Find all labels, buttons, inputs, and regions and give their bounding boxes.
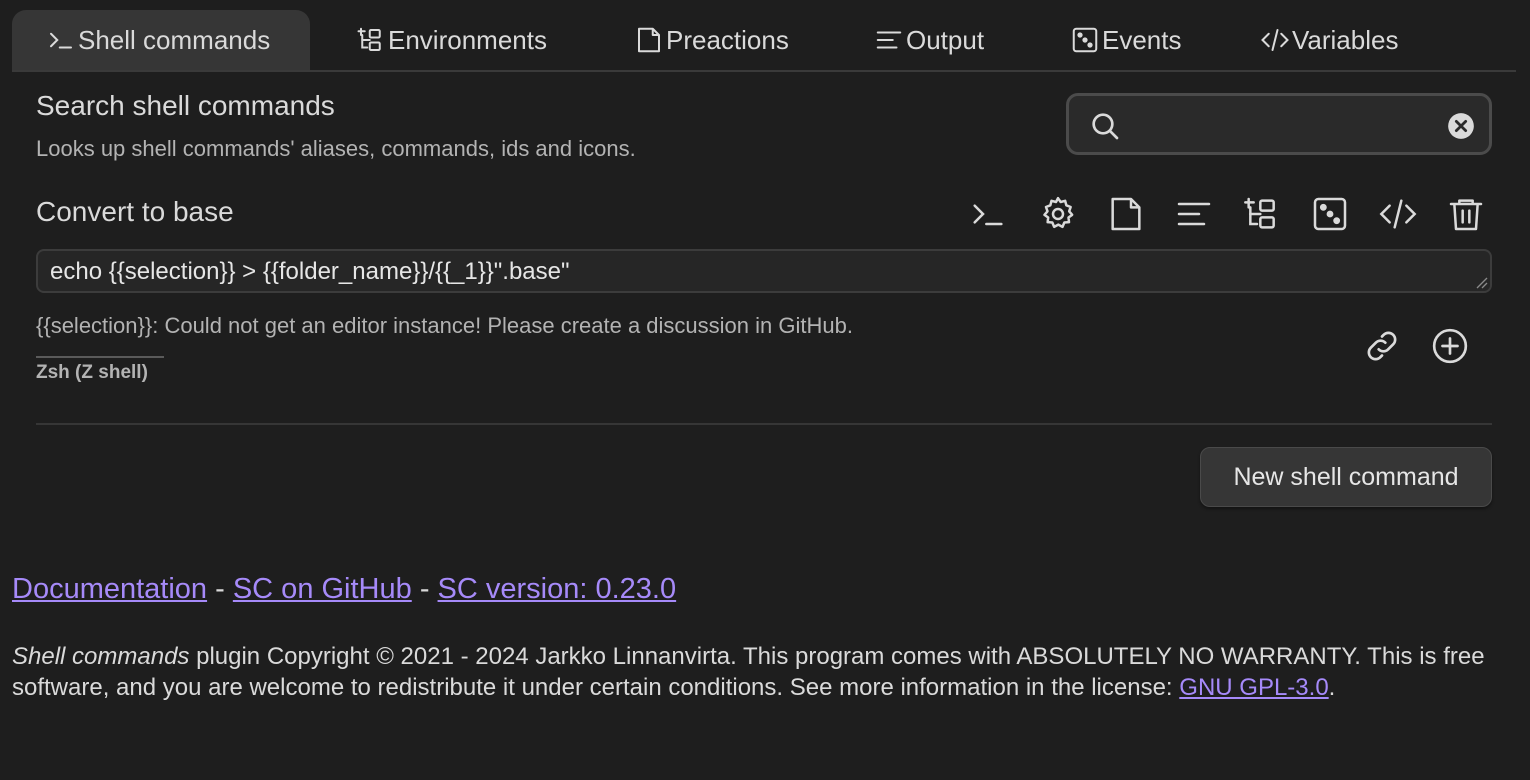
tab-bar: Shell commands Environments Preactions O… (12, 10, 1516, 72)
search-input[interactable] (1131, 106, 1445, 146)
command-error-message: {{selection}}: Could not get an editor i… (36, 313, 853, 338)
file-icon[interactable] (1106, 194, 1146, 234)
environments-icon[interactable] (1242, 194, 1282, 234)
trash-icon[interactable] (1446, 194, 1486, 234)
license-text: Shell commands plugin Copyright © 2021 -… (12, 641, 1518, 703)
search-title: Search shell commands (36, 90, 335, 121)
separator: - (411, 573, 438, 605)
file-icon (634, 25, 664, 55)
gear-icon[interactable] (1038, 194, 1078, 234)
link-icon[interactable] (1362, 326, 1402, 366)
command-textarea[interactable]: echo {{selection}} > {{folder_name}}/{{_… (36, 249, 1492, 293)
new-shell-command-button[interactable]: New shell command (1200, 447, 1492, 507)
tab-shell-commands[interactable]: Shell commands (12, 10, 310, 70)
command-alias: Convert to base (36, 196, 234, 227)
separator: - (207, 573, 233, 605)
command-text: echo {{selection}} > {{folder_name}}/{{_… (50, 258, 570, 285)
tab-label: Output (906, 24, 985, 55)
code-icon (1260, 25, 1290, 55)
version-link[interactable]: SC version: 0.23.0 (438, 573, 677, 605)
command-toolbar (968, 194, 1498, 234)
license-end: . (1328, 674, 1336, 701)
environments-icon (356, 25, 386, 55)
tab-label: Environments (388, 24, 547, 55)
footer-links: Documentation - SC on GitHub - SC versio… (12, 573, 676, 606)
dice-icon (1070, 25, 1100, 55)
terminal-icon (46, 25, 76, 55)
terminal-icon[interactable] (968, 194, 1008, 234)
divider (36, 423, 1492, 425)
tab-events[interactable]: Events (1070, 10, 1182, 70)
license-link[interactable]: GNU GPL-3.0 (1179, 674, 1328, 701)
search-box (1066, 93, 1492, 155)
align-left-icon[interactable] (1174, 194, 1214, 234)
tab-label: Shell commands (78, 24, 271, 55)
dice-icon[interactable] (1310, 194, 1350, 234)
tab-label: Variables (1292, 24, 1399, 55)
resize-handle-icon[interactable] (1474, 275, 1488, 289)
github-link[interactable]: SC on GitHub (233, 573, 412, 605)
tab-variables[interactable]: Variables (1260, 10, 1398, 70)
align-left-icon (874, 25, 904, 55)
code-icon[interactable] (1378, 194, 1418, 234)
shell-name: Zsh (Z shell) (36, 356, 164, 384)
search-description: Looks up shell commands' aliases, comman… (36, 136, 636, 161)
tab-environments[interactable]: Environments (356, 10, 547, 70)
tab-output[interactable]: Output (874, 10, 984, 70)
tab-preactions[interactable]: Preactions (634, 10, 789, 70)
tab-label: Events (1102, 24, 1182, 55)
plus-circle-icon[interactable] (1430, 326, 1470, 366)
documentation-link[interactable]: Documentation (12, 573, 207, 605)
tab-label: Preactions (666, 24, 789, 55)
search-icon (1089, 110, 1121, 142)
plugin-name: Shell commands (12, 643, 190, 670)
clear-search-icon[interactable] (1447, 112, 1475, 140)
